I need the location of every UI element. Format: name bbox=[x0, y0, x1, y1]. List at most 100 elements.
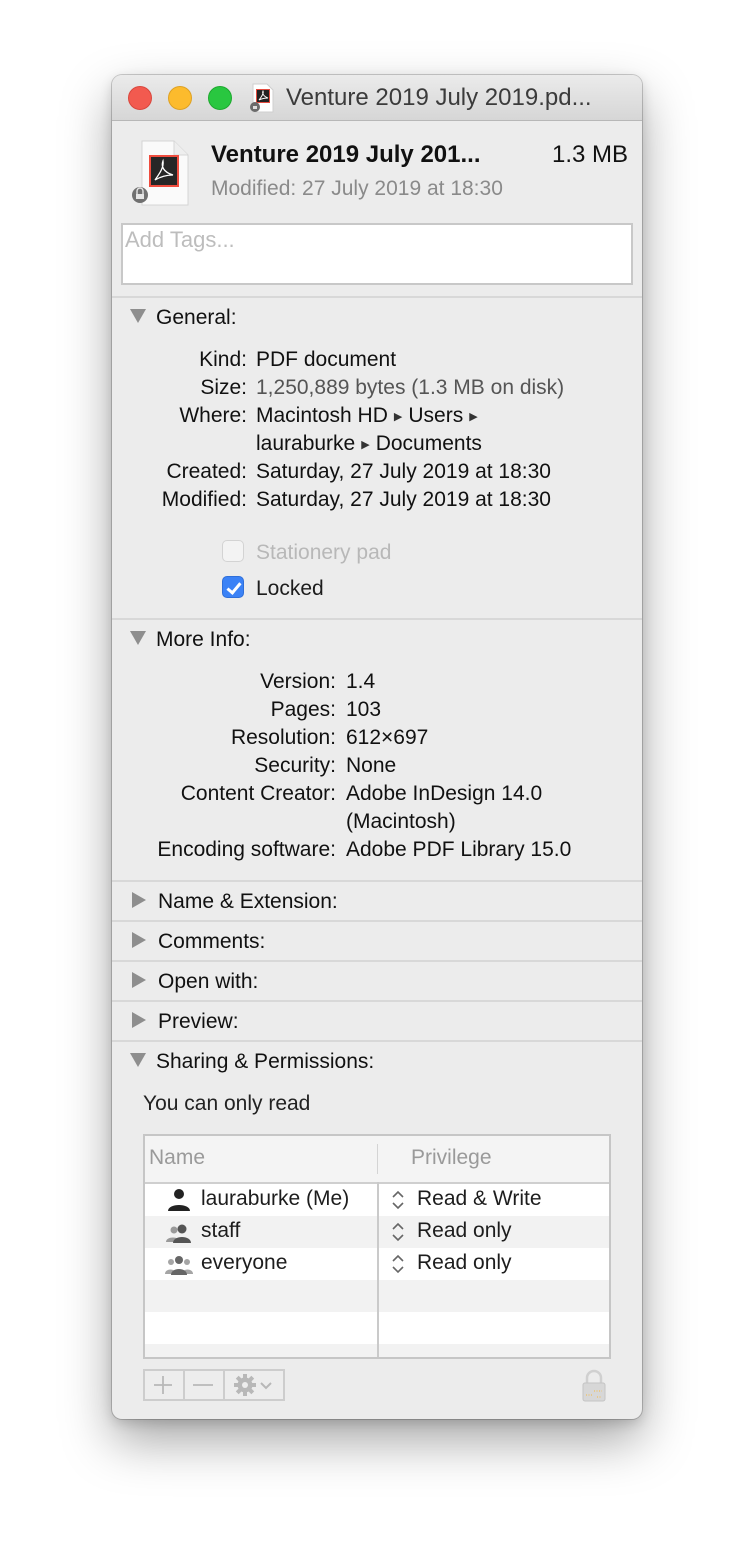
disclosure-triangle-collapsed-icon bbox=[132, 972, 146, 989]
file-header: Venture 2019 July 201... 1.3 MB Modified… bbox=[112, 121, 642, 296]
general-info-list: Kind: PDF document Size: 1,250,889 bytes… bbox=[112, 346, 642, 516]
section-more-info-title: More Info: bbox=[156, 628, 251, 651]
section-sharing-permissions-toggle[interactable]: Sharing & Permissions: bbox=[130, 1050, 374, 1074]
disclosure-triangle-expanded-icon bbox=[130, 631, 146, 646]
info-value: 1.4 bbox=[346, 670, 376, 693]
user-name: everyone bbox=[201, 1251, 288, 1274]
info-value: Adobe InDesign 14.0 bbox=[346, 782, 543, 805]
get-info-window: Venture 2019 July 2019.pd... Venture 201… bbox=[112, 75, 642, 1419]
info-key: Security: bbox=[254, 754, 336, 777]
popup-stepper-icon[interactable] bbox=[391, 1252, 405, 1276]
disclosure-triangle-collapsed-icon bbox=[132, 892, 146, 909]
disclosure-triangle-expanded-icon bbox=[130, 1053, 146, 1068]
popup-stepper-icon[interactable] bbox=[391, 1220, 405, 1244]
path-component[interactable]: Documents bbox=[376, 432, 482, 455]
pdf-proxy-icon[interactable] bbox=[248, 83, 276, 113]
path-line-1: Macintosh HD ▶ Users ▶ bbox=[256, 402, 484, 433]
gear-icon bbox=[234, 1374, 272, 1396]
checkbox-label: Locked bbox=[256, 577, 324, 600]
info-key: Pages: bbox=[270, 698, 336, 721]
permission-note: You can only read bbox=[143, 1092, 311, 1115]
path-component[interactable]: lauraburke bbox=[256, 432, 355, 455]
section-comments-toggle[interactable]: Comments: bbox=[130, 930, 265, 954]
info-value: None bbox=[346, 754, 397, 777]
table-header: Name Privilege bbox=[145, 1136, 609, 1184]
action-menu-button[interactable] bbox=[225, 1371, 283, 1399]
info-value: 612×697 bbox=[346, 726, 429, 749]
info-key: Version: bbox=[260, 670, 336, 693]
window-title: Venture 2019 July 2019.pd... bbox=[286, 84, 592, 111]
info-value: 1,250,889 bytes (1.3 MB on disk) bbox=[256, 376, 565, 399]
divider bbox=[112, 880, 642, 882]
minimize-button[interactable] bbox=[168, 86, 192, 110]
lock-icon[interactable] bbox=[580, 1369, 608, 1403]
privilege-select[interactable]: Read only bbox=[417, 1219, 512, 1243]
info-key: Encoding software: bbox=[157, 838, 336, 861]
divider bbox=[112, 920, 642, 922]
path-separator-icon: ▶ bbox=[361, 439, 370, 451]
file-size: 1.3 MB bbox=[551, 141, 628, 168]
info-value: Saturday, 27 July 2019 at 18:30 bbox=[256, 460, 551, 483]
section-name-extension-toggle[interactable]: Name & Extension: bbox=[130, 890, 338, 914]
section-general-toggle[interactable]: General: bbox=[130, 306, 237, 330]
file-name: Venture 2019 July 201... bbox=[211, 141, 481, 168]
checkbox-unchecked-icon bbox=[222, 540, 244, 563]
section-title: Open with: bbox=[158, 970, 259, 993]
zoom-button[interactable] bbox=[208, 86, 232, 110]
title-bar[interactable]: Venture 2019 July 2019.pd... bbox=[112, 75, 642, 121]
path-line-2: lauraburke ▶ Documents bbox=[256, 430, 482, 461]
divider bbox=[112, 296, 642, 298]
info-key: Content Creator: bbox=[180, 782, 336, 805]
path-component[interactable]: Macintosh HD bbox=[256, 404, 388, 427]
divider bbox=[112, 960, 642, 962]
info-value: PDF document bbox=[256, 348, 397, 371]
popup-stepper-icon[interactable] bbox=[391, 1188, 405, 1212]
privilege-select[interactable]: Read only bbox=[417, 1251, 512, 1275]
info-value: 103 bbox=[346, 698, 382, 721]
more-info-list: Version: 1.4 Pages: 103 Resolution: 612×… bbox=[112, 668, 642, 868]
remove-button[interactable] bbox=[185, 1371, 225, 1399]
add-button[interactable] bbox=[145, 1371, 185, 1399]
section-open-with-toggle[interactable]: Open with: bbox=[130, 970, 258, 994]
tags-input[interactable]: Add Tags... bbox=[121, 223, 633, 285]
disclosure-triangle-collapsed-icon bbox=[132, 932, 146, 949]
file-modified-date: Modified: 27 July 2019 at 18:30 bbox=[211, 177, 503, 200]
stationery-pad-checkbox: Stationery pad bbox=[222, 540, 392, 565]
section-general-title: General: bbox=[156, 306, 237, 329]
checkbox-label: Stationery pad bbox=[256, 541, 392, 564]
info-value-continued: (Macintosh) bbox=[346, 810, 456, 833]
divider bbox=[112, 1040, 642, 1042]
section-preview-toggle[interactable]: Preview: bbox=[130, 1010, 239, 1034]
permissions-table: Name Privilege lauraburke (Me) Read & Wr… bbox=[143, 1134, 611, 1359]
section-title: Name & Extension: bbox=[158, 890, 338, 913]
section-more-info-toggle[interactable]: More Info: bbox=[130, 628, 251, 652]
group-icon bbox=[166, 1224, 191, 1243]
column-header-name[interactable]: Name bbox=[149, 1146, 205, 1170]
path-separator-icon: ▶ bbox=[469, 411, 478, 423]
section-sharing-title: Sharing & Permissions: bbox=[156, 1050, 375, 1073]
user-name: staff bbox=[201, 1219, 241, 1242]
pdf-document-locked-icon[interactable] bbox=[130, 139, 194, 207]
info-key: Modified: bbox=[161, 488, 247, 511]
column-separator bbox=[377, 1182, 379, 1357]
info-key: Created: bbox=[166, 460, 247, 483]
close-button[interactable] bbox=[128, 86, 152, 110]
section-title: Preview: bbox=[158, 1010, 239, 1033]
info-key: Resolution: bbox=[230, 726, 336, 749]
divider bbox=[112, 1000, 642, 1002]
info-key: Size: bbox=[200, 376, 247, 399]
user-name: lauraburke (Me) bbox=[201, 1187, 350, 1210]
column-separator bbox=[377, 1144, 378, 1174]
checkbox-checked-icon[interactable] bbox=[222, 576, 244, 599]
section-title: Comments: bbox=[158, 930, 266, 953]
path-component[interactable]: Users bbox=[408, 404, 463, 427]
info-key: Where: bbox=[179, 404, 247, 427]
everyone-icon bbox=[165, 1256, 193, 1275]
plus-icon bbox=[154, 1376, 172, 1394]
privilege-select[interactable]: Read & Write bbox=[417, 1187, 542, 1211]
column-header-privilege[interactable]: Privilege bbox=[411, 1146, 492, 1170]
disclosure-triangle-collapsed-icon bbox=[132, 1012, 146, 1029]
locked-checkbox[interactable]: Locked bbox=[222, 576, 324, 601]
divider bbox=[112, 618, 642, 620]
minus-icon bbox=[193, 1384, 213, 1386]
